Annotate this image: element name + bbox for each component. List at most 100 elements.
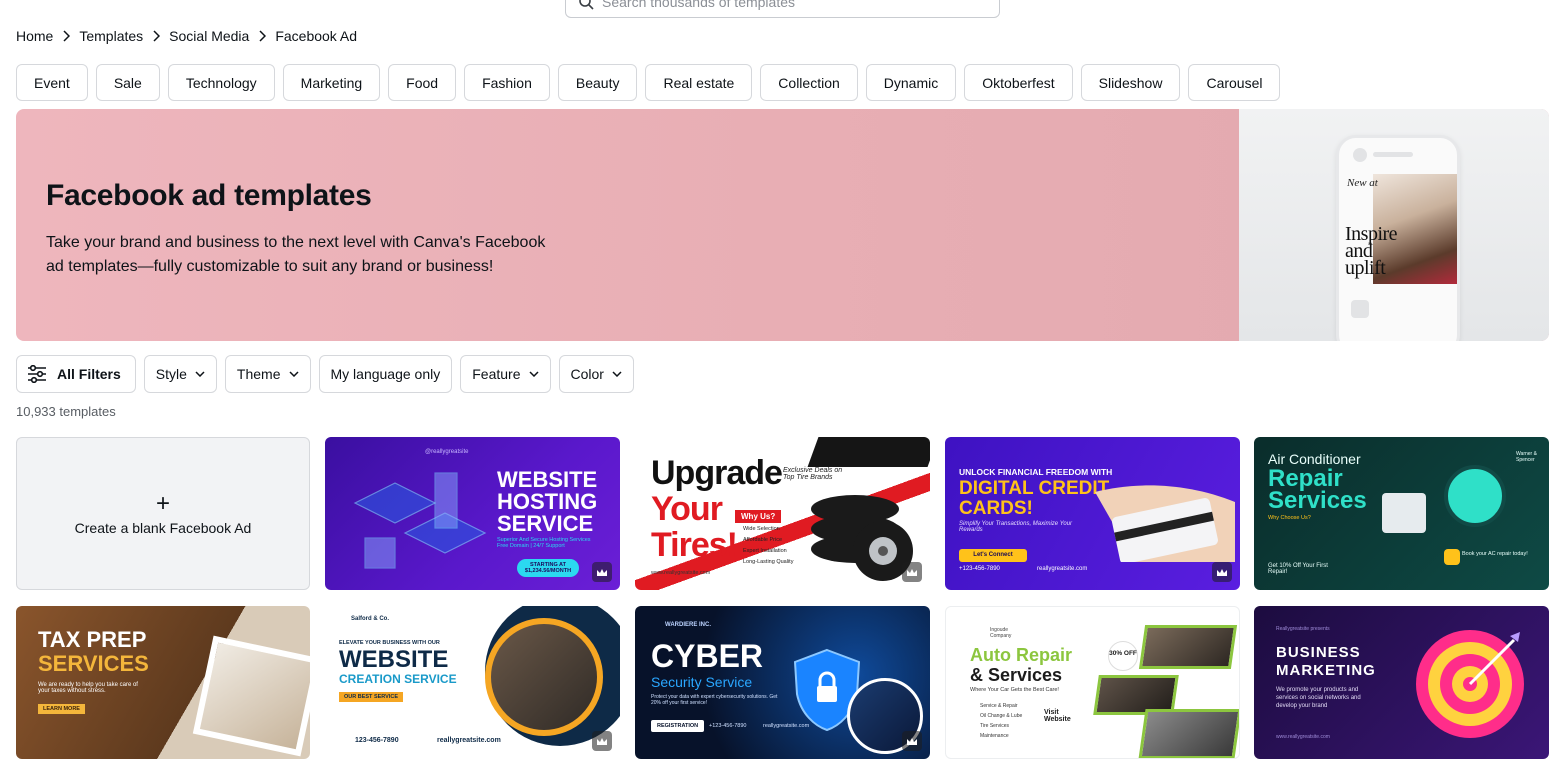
- template-card[interactable]: TAX PREP SERVICES We are ready to help y…: [16, 606, 310, 759]
- template-card[interactable]: @reallygreatsite WEBSITE HOSTING SERVICE…: [325, 437, 620, 590]
- phone-number: +123-456-7890: [709, 723, 747, 729]
- bullet-item: Service & Repair: [980, 703, 1018, 709]
- chip-collection[interactable]: Collection: [760, 64, 858, 101]
- crown-icon: [592, 731, 612, 751]
- offer-text: Get 10% Off Your First Repair!: [1268, 563, 1328, 575]
- chip-food[interactable]: Food: [388, 64, 457, 101]
- breadcrumb-social-media[interactable]: Social Media: [169, 28, 249, 44]
- style-dropdown[interactable]: Style: [143, 355, 217, 393]
- chip-event[interactable]: Event: [16, 64, 88, 101]
- headline-line2: Your: [651, 490, 723, 528]
- headline-line3: Tires!: [651, 526, 738, 564]
- brand-name: Reallygreatsite presents: [1276, 626, 1330, 632]
- color-dropdown[interactable]: Color: [558, 355, 634, 393]
- text-placeholder: [1373, 152, 1413, 157]
- subtitle: Where Your Car Gets the Best Care!: [970, 687, 1059, 693]
- chevron-down-icon: [195, 371, 205, 377]
- mechanic-photo: [1138, 625, 1238, 669]
- repair-photo: [1138, 709, 1239, 758]
- price-badge: STARTING AT $1,234.56/MONTH: [517, 559, 579, 577]
- learn-more-button: LEARN MORE: [38, 704, 85, 714]
- chip-slideshow[interactable]: Slideshow: [1080, 64, 1181, 101]
- template-card[interactable]: Air Conditioner Repair Services Why Choo…: [1254, 437, 1549, 590]
- template-card[interactable]: Upgrade Your Tires! Exclusive Deals on T…: [635, 437, 930, 590]
- plus-icon: +: [155, 489, 170, 517]
- black-stripe: [807, 437, 930, 467]
- chip-fashion[interactable]: Fashion: [464, 64, 550, 101]
- headline-line3: CARDS!: [959, 498, 1033, 519]
- headline-line1: CYBER: [651, 638, 764, 674]
- headline-line2: MARKETING: [1276, 662, 1376, 679]
- subtitle: We are ready to help you take care of yo…: [38, 682, 138, 694]
- headline-line1: Auto Repair: [970, 645, 1073, 665]
- headline-line2: HOSTING: [497, 489, 598, 514]
- chevron-down-icon: [288, 371, 299, 377]
- subtitle: Protect your data with expert cybersecur…: [651, 694, 778, 706]
- brand-name: Ingoude Company: [990, 627, 1012, 639]
- best-service-badge: OUR BEST SERVICE: [339, 692, 403, 702]
- language-toggle[interactable]: My language only: [318, 355, 453, 393]
- brand-name: Salford & Co.: [351, 616, 390, 622]
- search-icon: [579, 0, 594, 10]
- phone-number: +123-456-7890: [959, 566, 1000, 572]
- chip-sale[interactable]: Sale: [95, 64, 160, 101]
- brand-handle: @reallygreatsite: [425, 449, 469, 455]
- template-card[interactable]: Reallygreatsite presents BUSINESS MARKET…: [1254, 606, 1549, 759]
- chip-carousel[interactable]: Carousel: [1188, 64, 1281, 101]
- headline-line2: Security Service: [651, 674, 753, 690]
- all-filters-button[interactable]: All Filters: [16, 355, 136, 393]
- crown-icon: [902, 731, 922, 751]
- phone-icon: [1444, 549, 1460, 565]
- website: reallygreatsite.com: [1037, 566, 1088, 572]
- breadcrumb-home[interactable]: Home: [16, 28, 53, 44]
- feature-dropdown[interactable]: Feature: [460, 355, 551, 393]
- bullet-item: Expert Installation: [743, 548, 787, 554]
- phone-new-at-text: New at: [1347, 177, 1378, 189]
- registration-button: REGISTRATION: [651, 720, 705, 732]
- bullet-item: Wide Selection: [743, 526, 780, 532]
- chip-marketing[interactable]: Marketing: [282, 64, 381, 101]
- crown-icon: [1212, 562, 1232, 582]
- bullet-item: Maintenance: [980, 733, 1009, 739]
- ac-unit-illustration: [1382, 493, 1426, 533]
- color-label: Color: [570, 366, 604, 382]
- chip-technology[interactable]: Technology: [167, 64, 275, 101]
- chevron-down-icon: [528, 371, 539, 377]
- thumbs-up-icon: [1351, 300, 1369, 318]
- template-card[interactable]: Ingoude Company Auto Repair & Services W…: [945, 606, 1240, 759]
- book-text: Book your AC repair today!: [1462, 551, 1528, 557]
- website: reallygreatsite.com: [437, 737, 501, 744]
- chip-real-estate[interactable]: Real estate: [645, 64, 753, 101]
- chevron-right-icon: [249, 30, 275, 42]
- subtitle: Superior And Secure Hosting Services Fre…: [497, 537, 591, 549]
- template-card[interactable]: UNLOCK FINANCIAL FREEDOM WITH DIGITAL CR…: [945, 437, 1240, 590]
- theme-label: Theme: [236, 366, 281, 382]
- create-blank-card[interactable]: + Create a blank Facebook Ad: [16, 437, 310, 590]
- feature-label: Feature: [472, 366, 521, 382]
- chevron-right-icon: [53, 30, 79, 42]
- visit-website: Visit Website: [1044, 709, 1071, 723]
- discount-badge: 30% OFF: [1108, 641, 1138, 671]
- result-count: 10,933 templates: [16, 404, 116, 419]
- technician-photo: [1444, 465, 1506, 527]
- footer-site: www.reallygreatsite.com: [651, 570, 711, 576]
- search-input[interactable]: [602, 0, 982, 17]
- headline-line3: Services: [1268, 487, 1367, 514]
- breadcrumb-templates[interactable]: Templates: [79, 28, 143, 44]
- filter-bar: All Filters Style Theme My language only…: [16, 355, 634, 393]
- phone-mockup: New at Inspire and uplift: [1336, 135, 1460, 341]
- chip-beauty[interactable]: Beauty: [557, 64, 638, 101]
- bullet-item: Long-Lasting Quality: [743, 559, 794, 565]
- brand-name: WARDIERE INC.: [665, 622, 712, 628]
- template-card[interactable]: Salford & Co. ELEVATE YOUR BUSINESS WITH…: [325, 606, 620, 759]
- chip-dynamic[interactable]: Dynamic: [865, 64, 957, 101]
- search-bar[interactable]: [565, 0, 1000, 18]
- crown-icon: [902, 562, 922, 582]
- avatar-placeholder: [1353, 148, 1367, 162]
- subtitle: We promote your products and services on…: [1276, 687, 1361, 709]
- headline-line1: UNLOCK FINANCIAL FREEDOM WITH: [959, 467, 1113, 477]
- theme-dropdown[interactable]: Theme: [224, 355, 311, 393]
- template-card[interactable]: WARDIERE INC. CYBER Security Service Pro…: [635, 606, 930, 759]
- breadcrumb: Home Templates Social Media Facebook Ad: [16, 28, 357, 44]
- chip-oktoberfest[interactable]: Oktoberfest: [964, 64, 1073, 101]
